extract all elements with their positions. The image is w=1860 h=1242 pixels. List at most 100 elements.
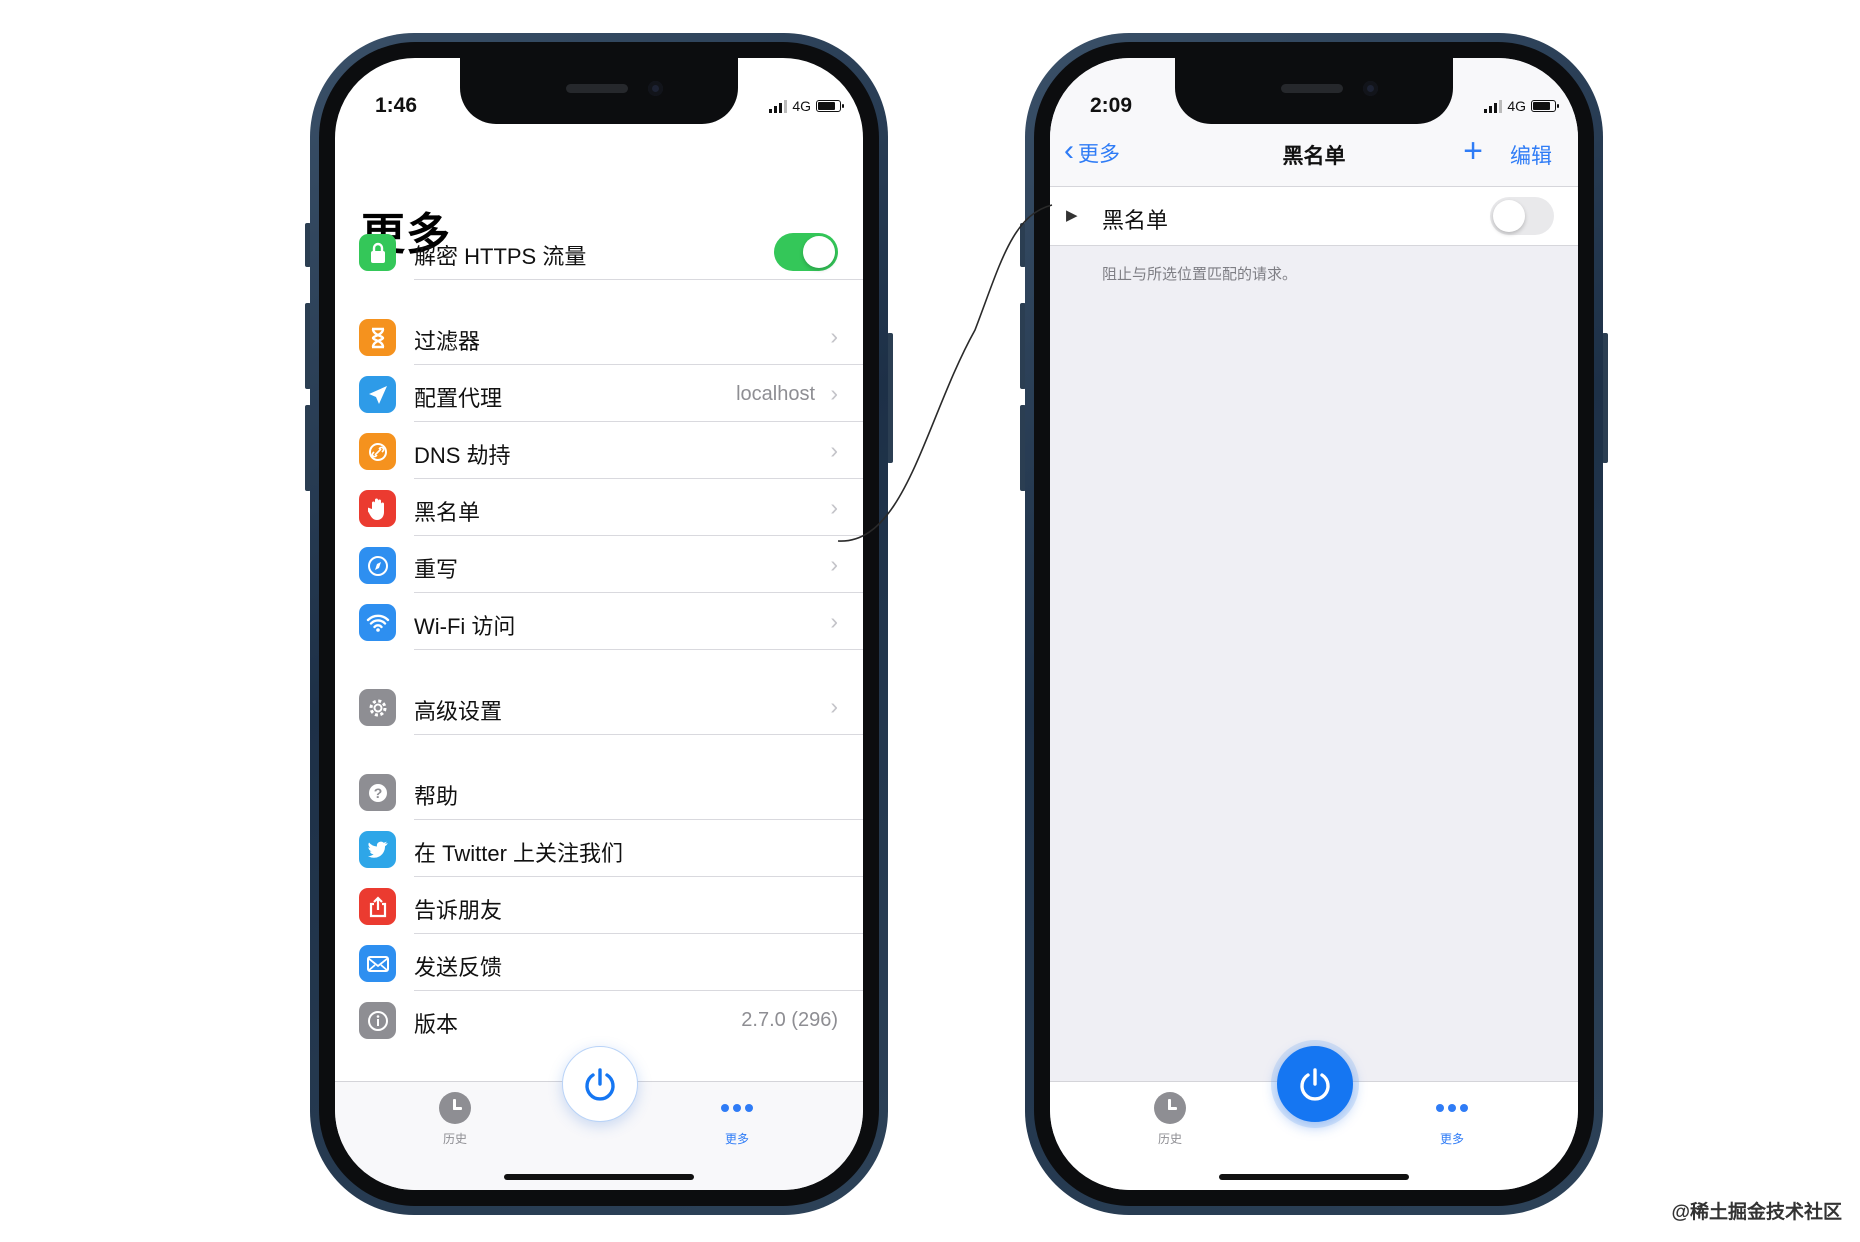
power-icon bbox=[585, 1068, 615, 1101]
row-twitter[interactable]: 在 Twitter 上关注我们 bbox=[335, 820, 863, 877]
https-decrypt-row: 解密 HTTPS 流量 bbox=[335, 223, 863, 280]
blacklist-toggle[interactable] bbox=[1490, 197, 1554, 235]
more-dots-icon bbox=[1412, 1092, 1492, 1124]
row-label: Wi-Fi 访问 bbox=[414, 614, 516, 639]
chevron-right-icon: › bbox=[830, 380, 838, 406]
row-label: 在 Twitter 上关注我们 bbox=[414, 841, 624, 866]
row-label: 发送反馈 bbox=[414, 955, 503, 980]
blacklist-label: 黑名单 bbox=[1102, 208, 1169, 233]
row-rewrite[interactable]: 重写 › bbox=[335, 536, 863, 593]
row-label: 黑名单 bbox=[414, 500, 481, 525]
speaker bbox=[566, 84, 628, 93]
chevron-right-icon: › bbox=[830, 608, 838, 634]
arrow-marker-icon: ▶ bbox=[1066, 207, 1078, 224]
mail-icon bbox=[359, 945, 396, 982]
more-screen: 1:46 4G 更多 解密 HTTPS 流量 过滤器 › 配置代理 localh… bbox=[335, 58, 863, 1190]
row-label: 版本 bbox=[414, 1012, 459, 1037]
tab-history[interactable]: 历史 bbox=[415, 1092, 495, 1147]
signal-icon bbox=[1484, 99, 1503, 113]
svg-text:?: ? bbox=[373, 785, 382, 801]
more-dots-icon bbox=[697, 1092, 777, 1124]
hand-icon bbox=[359, 490, 396, 527]
chevron-right-icon: › bbox=[830, 323, 838, 349]
tab-history-label: 历史 bbox=[442, 1132, 467, 1146]
navigation-bar: ‹ 更多 黑名单 + 编辑 bbox=[1050, 124, 1578, 187]
lock-icon bbox=[359, 234, 396, 271]
row-proxy[interactable]: 配置代理 localhost › bbox=[335, 365, 863, 422]
row-label: 过滤器 bbox=[414, 329, 481, 354]
chevron-right-icon: › bbox=[830, 437, 838, 463]
tab-history-label: 历史 bbox=[1157, 1132, 1182, 1146]
status-time: 2:09 bbox=[1090, 94, 1133, 117]
row-label: 告诉朋友 bbox=[414, 898, 503, 923]
network-type: 4G bbox=[792, 98, 811, 114]
row-filter[interactable]: 过滤器 › bbox=[335, 308, 863, 365]
row-label: 帮助 bbox=[414, 784, 459, 809]
tab-more[interactable]: 更多 bbox=[1412, 1092, 1492, 1147]
network-type: 4G bbox=[1507, 98, 1526, 114]
watermark: @稀土掘金技术社区 bbox=[1671, 1202, 1842, 1223]
https-decrypt-label: 解密 HTTPS 流量 bbox=[414, 244, 587, 269]
hourglass-icon bbox=[359, 319, 396, 356]
separator bbox=[414, 279, 863, 280]
phone-more-screen: 1:46 4G 更多 解密 HTTPS 流量 过滤器 › 配置代理 localh… bbox=[305, 33, 893, 1215]
compass-icon bbox=[359, 547, 396, 584]
row-blacklist[interactable]: 黑名单 › bbox=[335, 479, 863, 536]
paper-plane-icon bbox=[359, 376, 396, 413]
row-label: DNS 劫持 bbox=[414, 443, 511, 468]
blacklist-screen: 2:09 4G ‹ 更多 黑名单 + 编辑 ▶ 黑名单 阻止与所选位置匹配的请求… bbox=[1050, 58, 1578, 1190]
tab-more-label: 更多 bbox=[724, 1132, 749, 1146]
notch bbox=[1175, 58, 1453, 124]
row-label: 高级设置 bbox=[414, 699, 503, 724]
battery-icon bbox=[1531, 100, 1559, 112]
share-icon bbox=[359, 888, 396, 925]
signal-icon bbox=[769, 99, 788, 113]
phone-blacklist-screen: 2:09 4G ‹ 更多 黑名单 + 编辑 ▶ 黑名单 阻止与所选位置匹配的请求… bbox=[1020, 33, 1608, 1215]
clock-icon bbox=[439, 1092, 471, 1124]
separator bbox=[414, 649, 863, 650]
info-icon bbox=[359, 1002, 396, 1039]
separator bbox=[414, 734, 863, 735]
link-icon bbox=[359, 433, 396, 470]
chevron-right-icon: › bbox=[830, 494, 838, 520]
row-send-feedback[interactable]: 发送反馈 bbox=[335, 934, 863, 991]
power-button[interactable] bbox=[562, 1046, 638, 1122]
row-dns-hijack[interactable]: DNS 劫持 › bbox=[335, 422, 863, 479]
status-time: 1:46 bbox=[375, 94, 418, 117]
nav-title: 黑名单 bbox=[1282, 145, 1346, 168]
power-icon bbox=[1300, 1068, 1330, 1101]
row-version: 版本 2.7.0 (296) bbox=[335, 991, 863, 1048]
status-indicators: 4G bbox=[769, 98, 844, 114]
speaker bbox=[1281, 84, 1343, 93]
battery-icon bbox=[816, 100, 844, 112]
row-advanced-settings[interactable]: 高级设置 › bbox=[335, 678, 863, 735]
add-button[interactable]: + bbox=[1463, 134, 1483, 168]
power-button[interactable] bbox=[1277, 1046, 1353, 1122]
row-label: 配置代理 bbox=[414, 386, 503, 411]
version-value: 2.7.0 (296) bbox=[741, 1009, 838, 1031]
tab-more[interactable]: 更多 bbox=[697, 1092, 777, 1147]
row-help[interactable]: ? 帮助 bbox=[335, 763, 863, 820]
clock-icon bbox=[1154, 1092, 1186, 1124]
status-indicators: 4G bbox=[1484, 98, 1559, 114]
row-wifi-access[interactable]: Wi-Fi 访问 › bbox=[335, 593, 863, 650]
row-tell-friends[interactable]: 告诉朋友 bbox=[335, 877, 863, 934]
twitter-bird-icon bbox=[359, 831, 396, 868]
gear-icon bbox=[359, 689, 396, 726]
camera bbox=[1363, 81, 1378, 96]
row-label: 重写 bbox=[414, 557, 459, 582]
tab-history[interactable]: 历史 bbox=[1130, 1092, 1210, 1147]
section-footer-note: 阻止与所选位置匹配的请求。 bbox=[1102, 266, 1298, 283]
chevron-right-icon: › bbox=[830, 551, 838, 577]
tab-more-label: 更多 bbox=[1439, 1132, 1464, 1146]
home-indicator bbox=[1219, 1174, 1409, 1180]
notch bbox=[460, 58, 738, 124]
chevron-right-icon: › bbox=[830, 693, 838, 719]
home-indicator bbox=[504, 1174, 694, 1180]
https-decrypt-toggle[interactable] bbox=[774, 233, 838, 271]
blacklist-toggle-row: ▶ 黑名单 bbox=[1050, 187, 1578, 246]
camera bbox=[648, 81, 663, 96]
proxy-value: localhost bbox=[736, 383, 815, 405]
wifi-icon bbox=[359, 604, 396, 641]
edit-button[interactable]: 编辑 bbox=[1510, 140, 1552, 170]
